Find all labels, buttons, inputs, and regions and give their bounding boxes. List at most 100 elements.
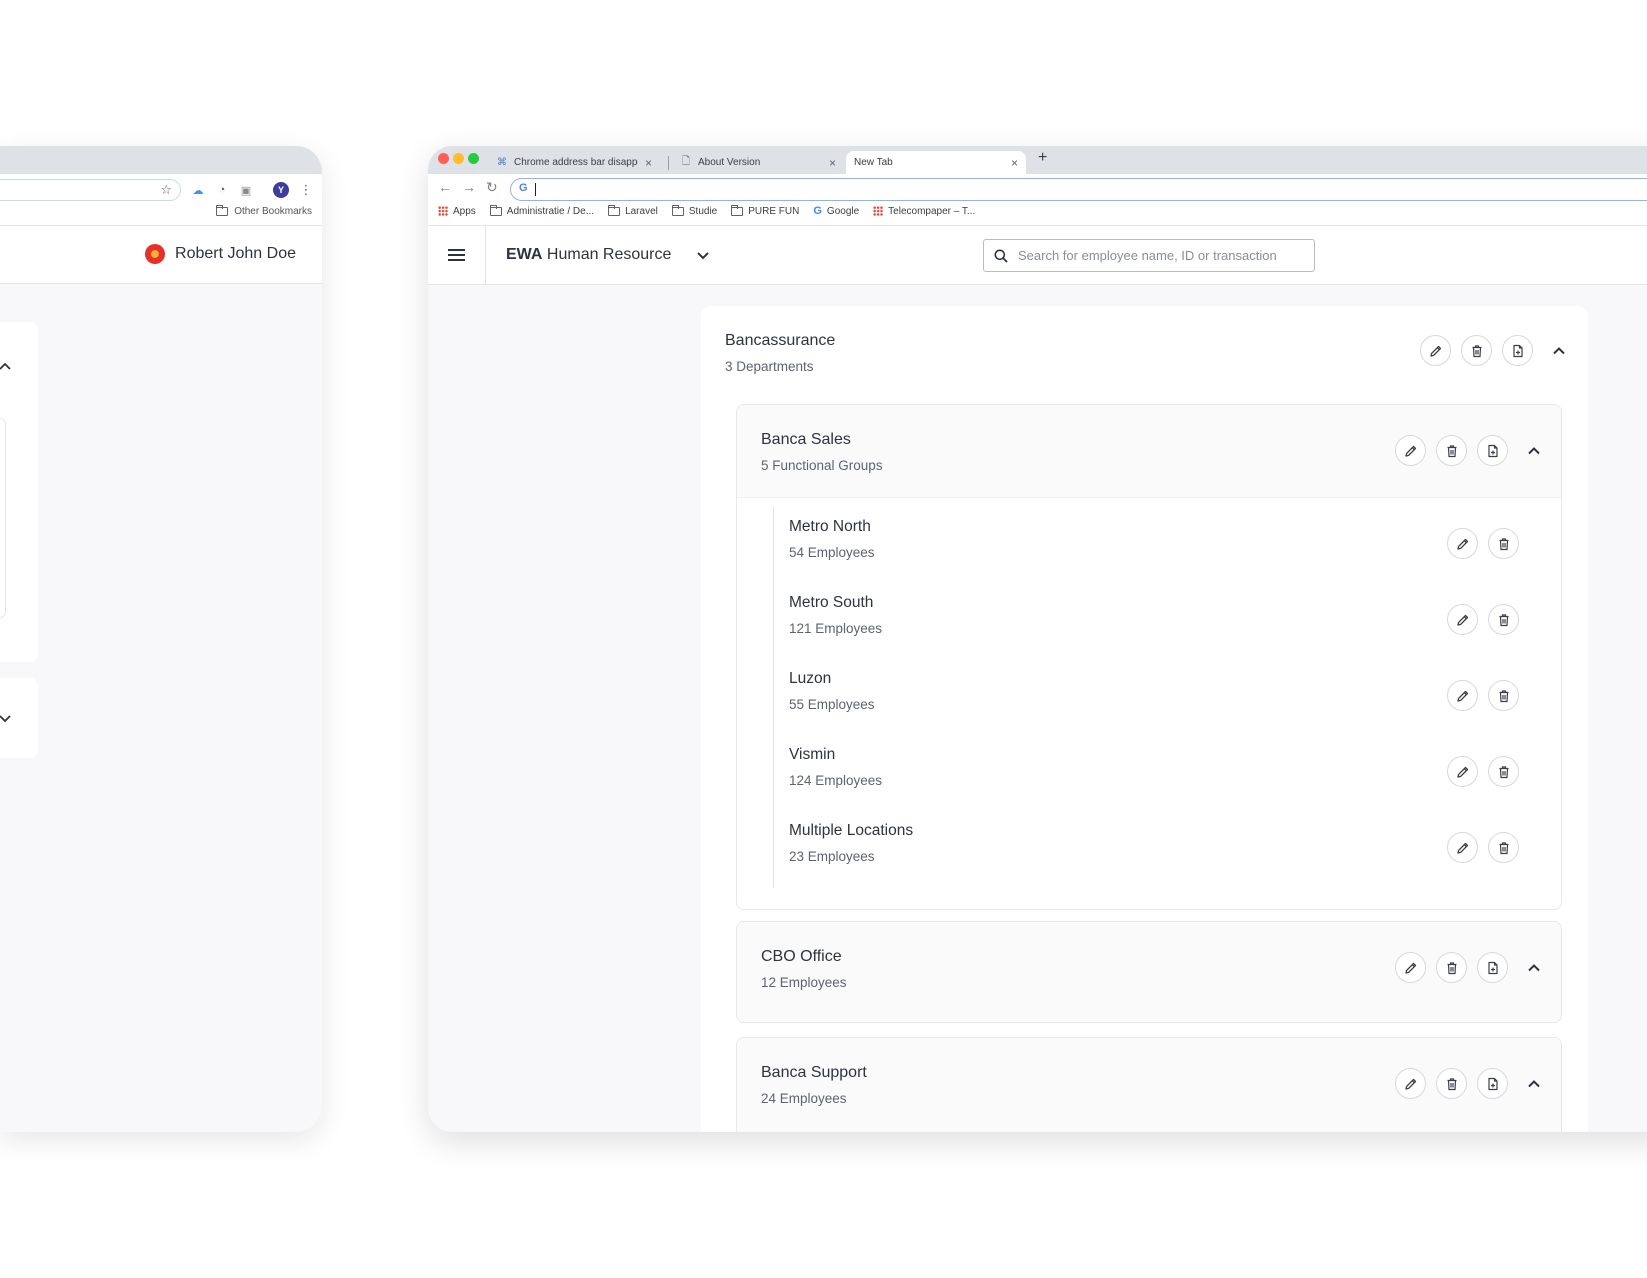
delete-department-button[interactable] (1436, 1068, 1467, 1099)
ghost-extension-icon[interactable]: ▣ (238, 182, 254, 198)
group-actions (1447, 680, 1519, 711)
folder-icon (216, 205, 229, 216)
department-header: Banca Support 24 Employees (737, 1038, 1561, 1132)
maximize-window-button[interactable] (468, 153, 479, 164)
reload-icon[interactable]: ↻ (486, 179, 498, 196)
bookmark-pure-fun[interactable]: PURE FUN (731, 204, 800, 217)
tab-new-tab[interactable]: New Tab × (846, 151, 1026, 174)
new-tab-plus-icon[interactable]: + (1038, 149, 1047, 167)
app-switcher-chevron-down-icon[interactable] (692, 244, 714, 266)
edit-group-button[interactable] (1447, 528, 1478, 559)
trash-icon (1499, 765, 1508, 778)
cloud-extension-icon[interactable]: ☁ (190, 182, 206, 198)
group-actions (1447, 604, 1519, 635)
edit-group-button[interactable] (1447, 756, 1478, 787)
bookmark-studie[interactable]: Studie (671, 204, 718, 217)
text-caret (535, 183, 536, 196)
app-header: EWA Human Resource (428, 226, 1647, 285)
bookmark-apps[interactable]: Apps (438, 205, 476, 217)
bookmark-label: Google (826, 205, 860, 217)
edit-department-button[interactable] (1395, 435, 1426, 466)
tab-label: About Version (698, 157, 761, 168)
address-bar[interactable]: G (510, 178, 1647, 201)
department-subtitle: 12 Employees (761, 975, 847, 990)
profile-avatar-icon[interactable]: Y (273, 182, 289, 198)
search-input[interactable] (1018, 248, 1298, 263)
trash-icon (1499, 537, 1508, 550)
group-actions (1447, 756, 1519, 787)
department-actions (1395, 435, 1549, 466)
collapse-division-chevron-up-icon[interactable] (1543, 335, 1574, 366)
main-content: Bancassurance 3 Departments Banca Sales … (428, 285, 1647, 1132)
chevron-down-icon[interactable] (0, 711, 12, 725)
toggle-department-chevron-up-icon[interactable] (1518, 1068, 1549, 1099)
division-card: Bancassurance 3 Departments Banca Sales … (701, 306, 1588, 1132)
left-tab-bar (0, 146, 322, 174)
department-actions (1395, 1068, 1549, 1099)
bookmark-administratie[interactable]: Administratie / De... (489, 204, 594, 217)
chevron-up-icon[interactable] (0, 360, 12, 374)
add-group-button[interactable] (1477, 952, 1508, 983)
department-card: Banca Support 24 Employees (736, 1037, 1562, 1132)
edit-group-button[interactable] (1447, 832, 1478, 863)
main-browser-window: ⌘ Chrome address bar disappea × 🗋 About … (428, 146, 1647, 1132)
delete-division-button[interactable] (1461, 335, 1492, 366)
delete-department-button[interactable] (1436, 952, 1467, 983)
group-subtitle: 23 Employees (789, 849, 875, 864)
add-group-button[interactable] (1477, 1068, 1508, 1099)
close-tab-icon[interactable]: × (1011, 156, 1018, 170)
other-bookmarks-label: Other Bookmarks (234, 206, 312, 217)
department-name: Banca Support (761, 1064, 867, 1081)
gauge-extension-icon[interactable]: ◔ (214, 182, 230, 198)
bookmarks-bar: Apps Administratie / De... Laravel Studi… (438, 204, 975, 217)
delete-group-button[interactable] (1488, 528, 1519, 559)
list-item: Luzon 55 Employees (789, 670, 1529, 746)
trash-icon (1447, 1077, 1456, 1090)
back-arrow-icon[interactable]: ← (438, 179, 452, 195)
edit-group-button[interactable] (1447, 604, 1478, 635)
edit-group-button[interactable] (1447, 680, 1478, 711)
toggle-department-chevron-up-icon[interactable] (1518, 952, 1549, 983)
delete-group-button[interactable] (1488, 680, 1519, 711)
bookmark-star-icon[interactable]: ☆ (160, 182, 172, 198)
left-app-bar: Robert John Doe (0, 226, 322, 284)
division-header: Bancassurance 3 Departments (701, 306, 1588, 396)
edit-division-button[interactable] (1420, 335, 1451, 366)
edit-department-button[interactable] (1395, 952, 1426, 983)
file-add-icon (1487, 1077, 1498, 1090)
apps-grid-icon (873, 206, 884, 216)
bookmark-label: PURE FUN (748, 205, 800, 217)
trash-icon (1499, 689, 1508, 702)
pencil-icon (1429, 345, 1441, 357)
apps-grid-icon (438, 206, 448, 216)
delete-group-button[interactable] (1488, 832, 1519, 863)
bookmark-google[interactable]: G Google (813, 205, 859, 217)
other-bookmarks[interactable]: Other Bookmarks (216, 205, 312, 217)
trash-icon (1472, 344, 1481, 357)
functional-groups-list: Metro North 54 Employees Metro South 121… (737, 497, 1561, 909)
bookmark-laravel[interactable]: Laravel (608, 204, 658, 217)
close-tab-icon[interactable]: × (645, 156, 652, 170)
hamburger-menu-icon[interactable] (428, 226, 486, 284)
delete-group-button[interactable] (1488, 756, 1519, 787)
bookmark-label: Studie (688, 205, 718, 217)
pencil-icon (1404, 1078, 1416, 1090)
bookmark-telecompaper[interactable]: Telecompaper – T... (873, 205, 975, 217)
tab-chrome-address-bar[interactable]: ⌘ Chrome address bar disappea × (488, 151, 660, 174)
add-group-button[interactable] (1477, 435, 1508, 466)
delete-department-button[interactable] (1436, 435, 1467, 466)
delete-group-button[interactable] (1488, 604, 1519, 635)
close-tab-icon[interactable]: × (829, 156, 836, 170)
group-subtitle: 55 Employees (789, 697, 875, 712)
edit-department-button[interactable] (1395, 1068, 1426, 1099)
kebab-menu-icon[interactable]: ⋮ (298, 182, 314, 198)
left-address-bar[interactable]: ☆ (0, 179, 181, 201)
folder-icon (671, 204, 684, 216)
minimize-window-button[interactable] (453, 153, 464, 164)
user-menu[interactable]: Robert John Doe (145, 244, 296, 264)
tab-about-version[interactable]: 🗋 About Version × (672, 151, 844, 174)
add-department-button[interactable] (1502, 335, 1533, 366)
close-window-button[interactable] (438, 153, 449, 164)
forward-arrow-icon[interactable]: → (462, 179, 476, 195)
collapse-department-chevron-up-icon[interactable] (1518, 435, 1549, 466)
